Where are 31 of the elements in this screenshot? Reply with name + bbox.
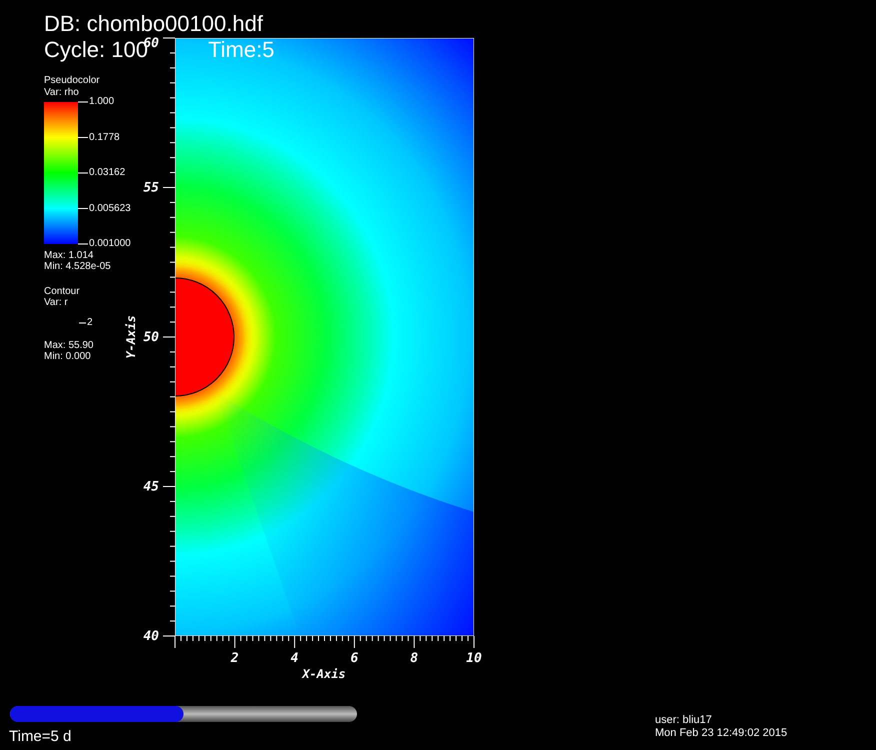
contour-variable: Var: r bbox=[44, 297, 68, 308]
y-tick-label: 45 bbox=[143, 480, 159, 494]
legend-max: Max: 1.014 bbox=[44, 250, 94, 261]
contour-min: Min: 0.000 bbox=[44, 351, 91, 362]
contour-level-label: 2 bbox=[87, 317, 93, 328]
y-tick-label: 40 bbox=[143, 629, 159, 644]
contour-line-swatch bbox=[78, 322, 86, 324]
time-slider-label: Time=5 d bbox=[9, 728, 72, 745]
x-tick-label: 6 bbox=[350, 651, 358, 666]
legend-title: Pseudocolor bbox=[44, 75, 100, 86]
legend-min: Min: 4.528e-05 bbox=[44, 261, 111, 272]
y-tick-label: 50 bbox=[143, 330, 159, 345]
user-label: user: bliu17 bbox=[655, 714, 712, 726]
x-tick-label: 8 bbox=[410, 651, 418, 666]
x-tick-label: 4 bbox=[290, 651, 299, 666]
legend-variable: Var: rho bbox=[44, 87, 79, 98]
date-label: Mon Feb 23 12:49:02 2015 bbox=[655, 727, 788, 739]
x-tick-label: 2 bbox=[230, 651, 239, 666]
color-bar-label: 0.001000 bbox=[89, 238, 131, 249]
x-tick-label: 10 bbox=[466, 651, 482, 666]
color-bar-label: 0.03162 bbox=[89, 167, 126, 178]
contour-title: Contour bbox=[44, 286, 80, 297]
color-bar-label: 0.1778 bbox=[89, 132, 120, 142]
contour-max: Max: 55.90 bbox=[44, 340, 94, 351]
time-label: Time:5 bbox=[208, 38, 274, 62]
y-tick-label: 55 bbox=[143, 180, 159, 196]
color-bar-label: 1.000 bbox=[89, 96, 114, 107]
color-bar-label: 0.005623 bbox=[89, 202, 131, 214]
x-axis-title: X-Axis bbox=[302, 667, 346, 681]
y-axis-title: Y-Axis bbox=[124, 315, 138, 359]
database-title: DB: chombo00100.hdf bbox=[44, 13, 263, 35]
